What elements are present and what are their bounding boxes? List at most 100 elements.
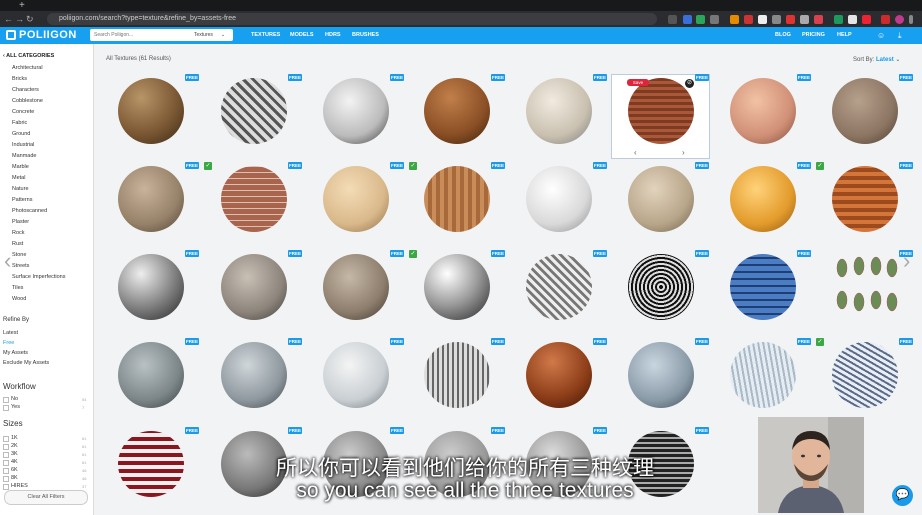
- texture-thumbnail[interactable]: [832, 342, 898, 408]
- extension-icon[interactable]: [696, 15, 705, 24]
- account-icon[interactable]: ☺: [877, 27, 885, 44]
- workflow-yes-checkbox[interactable]: [3, 405, 9, 411]
- extension-icon[interactable]: [744, 15, 753, 24]
- size-checkbox[interactable]: [3, 452, 9, 458]
- texture-thumbnail[interactable]: [832, 254, 898, 320]
- category-item[interactable]: Plaster: [12, 219, 29, 225]
- texture-thumbnail[interactable]: [424, 254, 490, 320]
- extension-icon[interactable]: [668, 15, 677, 24]
- category-item[interactable]: Concrete: [12, 109, 34, 115]
- search-input[interactable]: [94, 29, 179, 41]
- texture-thumbnail[interactable]: [424, 78, 490, 144]
- nav-pricing[interactable]: PRICING: [802, 27, 825, 44]
- texture-thumbnail[interactable]: [730, 254, 796, 320]
- nav-brushes[interactable]: BRUSHES: [352, 27, 379, 44]
- new-tab-button[interactable]: +: [19, 0, 25, 11]
- extension-icon[interactable]: [881, 15, 890, 24]
- profile-avatar-icon[interactable]: [895, 15, 904, 24]
- carousel-prev-arrow[interactable]: ‹: [4, 248, 11, 274]
- texture-thumbnail[interactable]: [628, 254, 694, 320]
- extension-icon[interactable]: [710, 15, 719, 24]
- size-checkbox[interactable]: [3, 436, 9, 442]
- category-item[interactable]: Architectural: [12, 65, 43, 71]
- refine-my-assets[interactable]: My Assets: [3, 350, 28, 356]
- texture-thumbnail[interactable]: [832, 166, 898, 232]
- texture-thumbnail[interactable]: [730, 166, 796, 232]
- download-icon[interactable]: ⊘: [685, 79, 694, 88]
- texture-thumbnail[interactable]: [221, 254, 287, 320]
- nav-models[interactable]: MODELS: [290, 27, 314, 44]
- texture-thumbnail[interactable]: [424, 166, 490, 232]
- size-checkbox[interactable]: [3, 444, 9, 450]
- texture-thumbnail[interactable]: [118, 166, 184, 232]
- size-checkbox[interactable]: [3, 476, 9, 482]
- texture-thumbnail[interactable]: [526, 342, 592, 408]
- chevron-down-icon[interactable]: ⌄: [221, 29, 225, 41]
- category-item[interactable]: Industrial: [12, 142, 34, 148]
- texture-thumbnail[interactable]: [424, 342, 490, 408]
- texture-thumbnail[interactable]: [221, 78, 287, 144]
- extension-icon[interactable]: [758, 15, 767, 24]
- refine-exclude-my-assets[interactable]: Exclude My Assets: [3, 360, 49, 366]
- texture-thumbnail[interactable]: [118, 431, 184, 497]
- search-type-select[interactable]: Textures: [194, 29, 213, 41]
- texture-thumbnail[interactable]: [526, 78, 592, 144]
- texture-thumbnail[interactable]: [730, 78, 796, 144]
- prev-preview-arrow[interactable]: ‹: [634, 148, 637, 157]
- extension-icon[interactable]: [800, 15, 809, 24]
- texture-thumbnail[interactable]: [323, 78, 389, 144]
- extension-icon[interactable]: [683, 15, 692, 24]
- sort-by-control[interactable]: Sort By: Latest ⌄: [853, 56, 900, 63]
- category-item[interactable]: Streets: [12, 263, 29, 269]
- forward-icon[interactable]: →: [15, 11, 24, 27]
- texture-thumbnail[interactable]: [323, 342, 389, 408]
- extension-icon[interactable]: [862, 15, 871, 24]
- category-item[interactable]: Characters: [12, 87, 39, 93]
- category-item[interactable]: Manmade: [12, 153, 36, 159]
- clear-all-filters-button[interactable]: Clear All Filters: [4, 490, 88, 505]
- poliigon-logo[interactable]: POLIIGON: [6, 27, 77, 44]
- texture-thumbnail[interactable]: [118, 254, 184, 320]
- texture-thumbnail[interactable]: [221, 166, 287, 232]
- category-item[interactable]: Cobblestone: [12, 98, 43, 104]
- save-button[interactable]: Save: [627, 79, 649, 86]
- extension-icon[interactable]: [730, 15, 739, 24]
- texture-thumbnail[interactable]: [323, 254, 389, 320]
- texture-thumbnail[interactable]: [526, 254, 592, 320]
- extension-icon[interactable]: [848, 15, 857, 24]
- texture-thumbnail[interactable]: [832, 78, 898, 144]
- texture-thumbnail[interactable]: [628, 78, 694, 144]
- category-item[interactable]: Ground: [12, 131, 30, 137]
- category-item[interactable]: Surface Imperfections: [12, 274, 66, 280]
- texture-thumbnail[interactable]: [628, 166, 694, 232]
- category-item[interactable]: Nature: [12, 186, 29, 192]
- texture-thumbnail[interactable]: [118, 78, 184, 144]
- extension-icon[interactable]: [834, 15, 843, 24]
- size-checkbox[interactable]: [3, 484, 9, 490]
- nav-blog[interactable]: BLOG: [775, 27, 791, 44]
- nav-textures[interactable]: TEXTURES: [251, 27, 280, 44]
- url-bar[interactable]: poliigon.com/search?type=texture&refine_…: [47, 13, 657, 25]
- back-icon[interactable]: ←: [4, 11, 13, 27]
- texture-thumbnail[interactable]: [730, 342, 796, 408]
- nav-help[interactable]: HELP: [837, 27, 852, 44]
- chat-bubble-icon[interactable]: 💬: [892, 485, 913, 506]
- texture-thumbnail[interactable]: [526, 166, 592, 232]
- category-item[interactable]: Marble: [12, 164, 29, 170]
- category-item[interactable]: Bricks: [12, 76, 27, 82]
- texture-thumbnail[interactable]: [118, 342, 184, 408]
- texture-thumbnail[interactable]: [323, 166, 389, 232]
- texture-thumbnail[interactable]: [628, 342, 694, 408]
- category-item[interactable]: Tiles: [12, 285, 23, 291]
- menu-dots-icon[interactable]: [909, 15, 913, 24]
- texture-thumbnail[interactable]: [221, 342, 287, 408]
- extension-icon[interactable]: [772, 15, 781, 24]
- category-item[interactable]: Wood: [12, 296, 26, 302]
- download-icon[interactable]: ⤓: [898, 27, 902, 44]
- size-checkbox[interactable]: [3, 468, 9, 474]
- workflow-no-checkbox[interactable]: [3, 397, 9, 403]
- category-item[interactable]: Rust: [12, 241, 23, 247]
- all-categories-link[interactable]: ‹ ALL CATEGORIES: [3, 53, 54, 59]
- extension-icon[interactable]: [814, 15, 823, 24]
- size-checkbox[interactable]: [3, 460, 9, 466]
